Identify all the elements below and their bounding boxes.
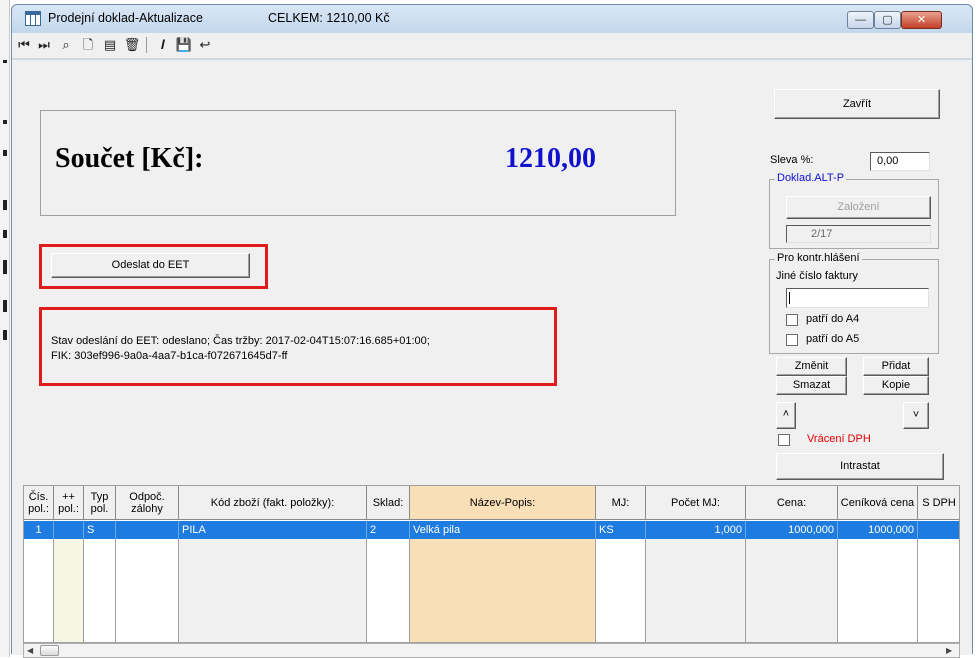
row1-sub-item[interactable] — [54, 521, 84, 539]
record-counter: 2/17 — [786, 225, 931, 243]
row1-quantity[interactable]: 1,000 — [646, 521, 746, 539]
row1-with-vat[interactable] — [918, 521, 959, 539]
col-header-quantity[interactable]: Počet MJ: — [646, 486, 746, 520]
horizontal-scrollbar[interactable]: ◀ ▶ — [23, 643, 960, 658]
new-document-icon[interactable]: 🗋 — [79, 36, 97, 54]
title-bar[interactable]: Prodejní doklad-Aktualizace CELKEM: 1210… — [12, 5, 972, 33]
background-window-edge — [0, 0, 10, 657]
empty-cell — [54, 539, 84, 642]
a4-checkbox[interactable] — [786, 314, 798, 326]
col-header-item-no[interactable]: Čís. pol.: — [24, 486, 54, 520]
col-header-type[interactable]: Typ pol. — [84, 486, 116, 520]
search-icon[interactable]: ⌕ — [57, 36, 75, 54]
col-header-with-vat[interactable]: S DPH — [918, 486, 959, 520]
empty-cell — [918, 539, 959, 642]
col-header-unit[interactable]: MJ: — [596, 486, 646, 520]
control-report-group-label: Pro kontr.hlášení — [775, 252, 862, 264]
first-record-icon[interactable]: ⏮ — [15, 36, 33, 54]
close-window-button[interactable]: ✕ — [901, 11, 942, 29]
items-grid: Čís. pol.: ++ pol.: Typ pol. Odpoč. zálo… — [23, 485, 960, 643]
row1-item-no[interactable]: 1 — [24, 521, 54, 539]
table-app-icon — [25, 11, 41, 26]
change-button[interactable]: Změnit — [776, 357, 847, 376]
empty-cell — [596, 539, 646, 642]
copy-button[interactable]: Kopie — [863, 376, 929, 395]
a4-label: patří do A4 — [806, 313, 860, 325]
a5-label: patří do A5 — [806, 333, 860, 345]
delete-icon[interactable]: 🗑 — [123, 36, 141, 54]
sum-label: Součet [Kč]: — [55, 143, 204, 174]
row1-type[interactable]: S — [84, 521, 116, 539]
row1-deposit[interactable] — [116, 521, 179, 539]
empty-cell — [838, 539, 918, 642]
maximize-button[interactable]: ▢ — [874, 11, 901, 29]
row1-product-code[interactable]: PILA — [179, 521, 367, 539]
empty-cell — [84, 539, 116, 642]
delete-button[interactable]: Smazat — [776, 376, 847, 395]
sum-panel: Součet [Kč]: 1210,00 — [40, 110, 676, 216]
col-header-price[interactable]: Cena: — [746, 486, 838, 520]
send-to-eet-button[interactable]: Odeslat do EET — [51, 253, 250, 278]
invoice-number-input[interactable] — [786, 288, 929, 308]
return-icon[interactable]: ↩ — [196, 36, 214, 54]
empty-cell — [116, 539, 179, 642]
empty-cell — [410, 539, 596, 642]
minimize-button[interactable]: — — [847, 11, 874, 29]
discount-input[interactable]: 0,00 — [870, 152, 930, 171]
col-header-description[interactable]: Název-Popis: — [410, 486, 596, 520]
move-up-button[interactable]: ˄ — [776, 402, 796, 429]
empty-cell — [646, 539, 746, 642]
last-record-icon[interactable]: ⏭ — [35, 36, 53, 54]
intrastat-button[interactable]: Intrastat — [776, 453, 944, 480]
eet-status-text: Stav odeslání do EET: odeslano; Čas tržb… — [51, 335, 430, 347]
scroll-left-icon[interactable]: ◀ — [27, 644, 33, 657]
move-down-button[interactable]: ˅ — [903, 402, 929, 429]
empty-cell — [746, 539, 838, 642]
row1-warehouse[interactable]: 2 — [367, 521, 410, 539]
document-window: Prodejní doklad-Aktualizace CELKEM: 1210… — [11, 4, 973, 658]
vat-refund-label: Vrácení DPH — [807, 433, 871, 445]
close-button[interactable]: Zavřít — [774, 89, 940, 119]
empty-cell — [367, 539, 410, 642]
document-group-label: Doklad.ALT-P — [775, 172, 847, 184]
list-icon[interactable]: ▤ — [101, 36, 119, 54]
toolbar-separator — [146, 37, 147, 53]
row1-unit[interactable]: KS — [596, 521, 646, 539]
col-header-sub-item[interactable]: ++ pol.: — [54, 486, 84, 520]
vat-refund-checkbox[interactable] — [778, 434, 790, 446]
invoice-number-label: Jiné číslo faktury — [776, 270, 858, 282]
save-icon[interactable]: 💾 — [175, 36, 193, 54]
discount-label: Sleva %: — [770, 154, 814, 166]
eet-fik-text: FIK: 303ef996-9a0a-4aa7-b1ca-f072671645d… — [51, 350, 288, 362]
form-body: Součet [Kč]: 1210,00 Odeslat do EET Stav… — [12, 60, 972, 658]
window-total-caption: CELKEM: 1210,00 Kč — [268, 11, 390, 25]
col-header-deposit[interactable]: Odpoč. zálohy — [116, 486, 179, 520]
a5-checkbox[interactable] — [786, 334, 798, 346]
window-title: Prodejní doklad-Aktualizace — [48, 11, 203, 25]
sum-value: 1210,00 — [505, 143, 596, 174]
italic-edit-icon[interactable]: 𝑰 — [154, 36, 172, 54]
row1-description[interactable]: Velká pila — [410, 521, 596, 539]
row1-list-price[interactable]: 1000,000 — [838, 521, 918, 539]
scrollbar-thumb[interactable] — [40, 645, 59, 656]
create-button[interactable]: Založení — [786, 196, 931, 219]
empty-cell — [24, 539, 54, 642]
col-header-product-code[interactable]: Kód zboží (fakt. položky): — [179, 486, 367, 520]
col-header-warehouse[interactable]: Sklad: — [367, 486, 410, 520]
scroll-right-icon[interactable]: ▶ — [946, 644, 952, 657]
add-button[interactable]: Přidat — [863, 357, 929, 376]
row1-price[interactable]: 1000,000 — [746, 521, 838, 539]
empty-cell — [179, 539, 367, 642]
col-header-list-price[interactable]: Ceníková cena — [838, 486, 918, 520]
toolbar: ⏮ ⏭ ⌕ 🗋 ▤ 🗑 𝑰 💾 ↩ — [12, 33, 972, 59]
